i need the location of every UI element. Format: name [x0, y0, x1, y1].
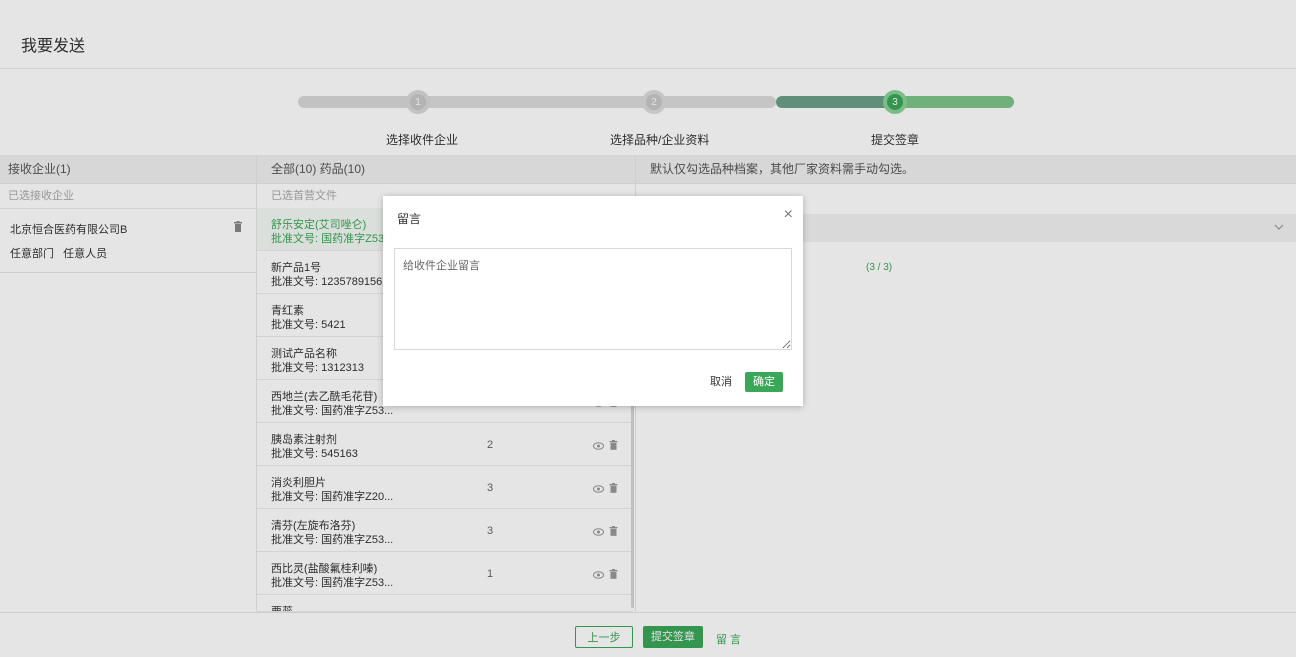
cancel-button[interactable]: 取消	[702, 372, 740, 392]
message-modal: 留言 × 取消 确定	[383, 196, 803, 406]
close-icon[interactable]: ×	[784, 207, 793, 223]
message-textarea[interactable]	[394, 248, 792, 350]
confirm-button[interactable]: 确定	[745, 372, 783, 392]
modal-title: 留言	[397, 212, 422, 226]
send-page: 我要发送 1 2 3 选择收件企业 选择品种/企业资料 提交签章 接收企业(1)…	[0, 0, 1296, 658]
